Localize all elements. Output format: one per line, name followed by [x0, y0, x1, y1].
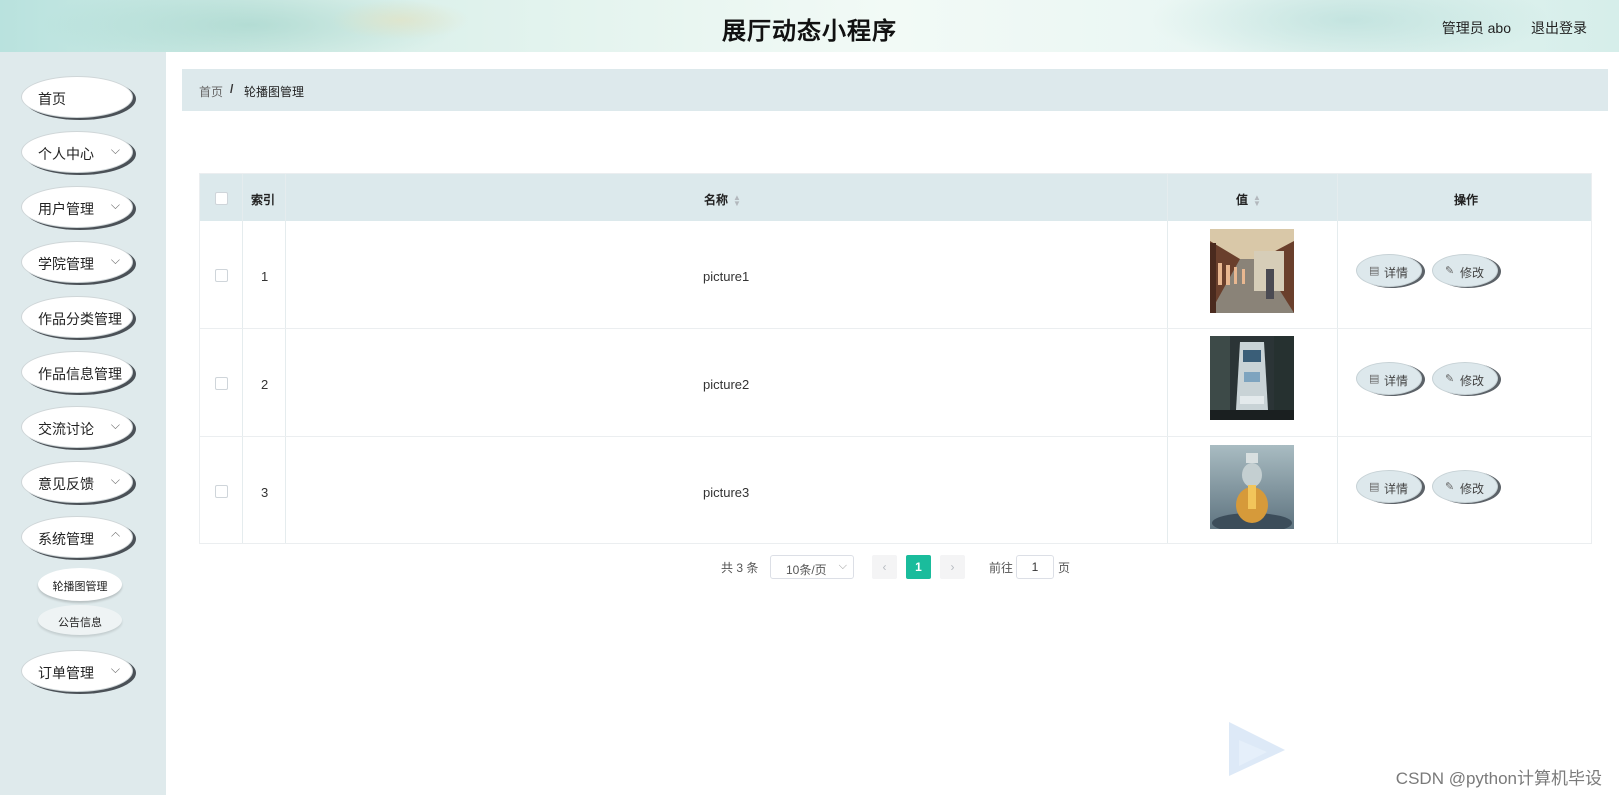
column-divider	[285, 174, 286, 543]
column-header-label: 值	[1236, 193, 1249, 207]
page-size-select[interactable]: 10条/页 ⌵	[770, 555, 854, 579]
chevron-down-icon: ⌵	[110, 143, 120, 157]
sidebar-item-work-category[interactable]: 作品分类管理	[21, 296, 133, 338]
breadcrumb-home[interactable]: 首页	[199, 83, 223, 100]
document-icon: ▤	[1369, 265, 1380, 277]
edit-button[interactable]: ✎ 修改	[1432, 470, 1498, 503]
row-index: 2	[261, 377, 269, 392]
logout-button[interactable]: 退出登录	[1531, 18, 1587, 38]
sidebar-item-work-info[interactable]: 作品信息管理	[21, 351, 133, 393]
sidebar-item-label: 交流讨论	[38, 421, 94, 437]
row-name: picture3	[703, 485, 750, 500]
sidebar-item-discussion[interactable]: 交流讨论 ⌵	[21, 406, 133, 448]
prev-page-button[interactable]: ‹	[872, 555, 897, 579]
sidebar: 首页 个人中心 ⌵ 用户管理 ⌵ 学院管理 ⌵ 作品分类管理 作品信息管理 交流…	[0, 52, 166, 795]
column-header-index: 索引	[251, 193, 276, 207]
chevron-down-icon: ⌵	[110, 473, 120, 487]
breadcrumb-current: 轮播图管理	[244, 85, 305, 99]
column-header-label: 名称	[704, 193, 729, 207]
carousel-image-train[interactable]	[1210, 336, 1294, 420]
watermark-text: CSDN @python计算机毕设	[1395, 769, 1602, 788]
top-header: 展厅动态小程序 管理员 abo 退出登录	[0, 0, 1619, 52]
column-header-action: 操作	[1454, 193, 1479, 207]
sidebar-item-home[interactable]: 首页	[21, 76, 133, 118]
sidebar-item-feedback[interactable]: 意见反馈 ⌵	[21, 461, 133, 503]
breadcrumb: 首页 / 轮播图管理	[182, 69, 1608, 111]
sidebar-item-personal-center[interactable]: 个人中心 ⌵	[21, 131, 133, 173]
page-size-value: 10条/页	[786, 563, 827, 577]
sidebar-item-label: 用户管理	[38, 201, 94, 217]
detail-button[interactable]: ▤ 详情	[1356, 362, 1422, 395]
sidebar-item-label: 首页	[38, 91, 66, 107]
pencil-icon: ✎	[1445, 481, 1455, 493]
app-title: 展厅动态小程序	[722, 18, 897, 45]
pagination-total: 共 3 条	[721, 561, 759, 575]
sidebar-item-label: 意见反馈	[38, 476, 94, 492]
sidebar-item-label: 作品分类管理	[38, 311, 122, 327]
carousel-image-figure[interactable]	[1210, 445, 1294, 529]
row-checkbox[interactable]	[215, 377, 228, 390]
chevron-down-icon: ⌵	[110, 662, 120, 676]
column-divider	[242, 174, 243, 543]
row-divider	[200, 436, 1591, 437]
row-name: picture2	[703, 377, 750, 392]
page-number-current[interactable]: 1	[906, 555, 931, 579]
sidebar-item-label: 订单管理	[38, 665, 94, 681]
detail-button[interactable]: ▤ 详情	[1356, 470, 1422, 503]
chevron-down-icon: ⌵	[838, 560, 847, 572]
column-header-value[interactable]: 值 ▲ ▼	[1236, 191, 1261, 208]
sidebar-item-system-management[interactable]: 系统管理 ⌵	[21, 516, 133, 558]
pencil-icon: ✎	[1445, 373, 1455, 385]
sidebar-subitem-label: 轮播图管理	[52, 581, 108, 593]
sidebar-item-order-management[interactable]: 订单管理 ⌵	[21, 650, 133, 692]
row-name: picture1	[703, 269, 750, 284]
sidebar-subitem-label: 公告信息	[58, 617, 102, 629]
edit-button[interactable]: ✎ 修改	[1432, 362, 1498, 395]
sidebar-item-label: 作品信息管理	[38, 366, 122, 382]
edit-button[interactable]: ✎ 修改	[1432, 254, 1498, 287]
row-index: 1	[261, 269, 269, 284]
row-divider	[200, 328, 1591, 329]
chevron-up-icon: ⌵	[110, 529, 120, 543]
sidebar-item-college-management[interactable]: 学院管理 ⌵	[21, 241, 133, 283]
breadcrumb-separator: /	[230, 82, 234, 96]
goto-page-input[interactable]	[1016, 555, 1054, 579]
detail-button[interactable]: ▤ 详情	[1356, 254, 1422, 287]
column-divider	[1337, 174, 1338, 543]
next-page-button[interactable]: ›	[940, 555, 965, 579]
pencil-icon: ✎	[1445, 265, 1455, 277]
current-user: 管理员 abo	[1441, 20, 1511, 36]
goto-label: 前往	[989, 561, 1014, 575]
sort-icon[interactable]: ▲ ▼	[733, 193, 741, 207]
carousel-image-corridor[interactable]	[1210, 229, 1294, 313]
sidebar-subitem-notice[interactable]: 公告信息	[38, 605, 122, 635]
chevron-down-icon: ⌵	[110, 253, 120, 267]
carousel-table: 索引 名称 ▲ ▼ 值 ▲ ▼ 操作 1 picture1 ▤ 详情 ✎ 修改 …	[199, 173, 1592, 544]
sidebar-item-label: 学院管理	[38, 256, 94, 272]
sidebar-item-user-management[interactable]: 用户管理 ⌵	[21, 186, 133, 228]
row-checkbox[interactable]	[215, 269, 228, 282]
watermark-logo	[1229, 722, 1285, 776]
page-unit-label: 页	[1058, 561, 1071, 575]
sort-icon[interactable]: ▲ ▼	[1253, 193, 1261, 207]
row-index: 3	[261, 485, 269, 500]
document-icon: ▤	[1369, 481, 1380, 493]
chevron-down-icon: ⌵	[110, 198, 120, 212]
document-icon: ▤	[1369, 373, 1380, 385]
row-checkbox[interactable]	[215, 485, 228, 498]
select-all-checkbox[interactable]	[215, 192, 228, 205]
sidebar-subitem-carousel[interactable]: 轮播图管理	[38, 568, 122, 601]
table-header: 索引 名称 ▲ ▼ 值 ▲ ▼ 操作	[200, 174, 1591, 221]
sidebar-item-label: 系统管理	[38, 531, 94, 547]
column-header-name[interactable]: 名称 ▲ ▼	[704, 191, 741, 208]
chevron-down-icon: ⌵	[110, 418, 120, 432]
column-divider	[1167, 174, 1168, 543]
sidebar-item-label: 个人中心	[38, 146, 94, 162]
